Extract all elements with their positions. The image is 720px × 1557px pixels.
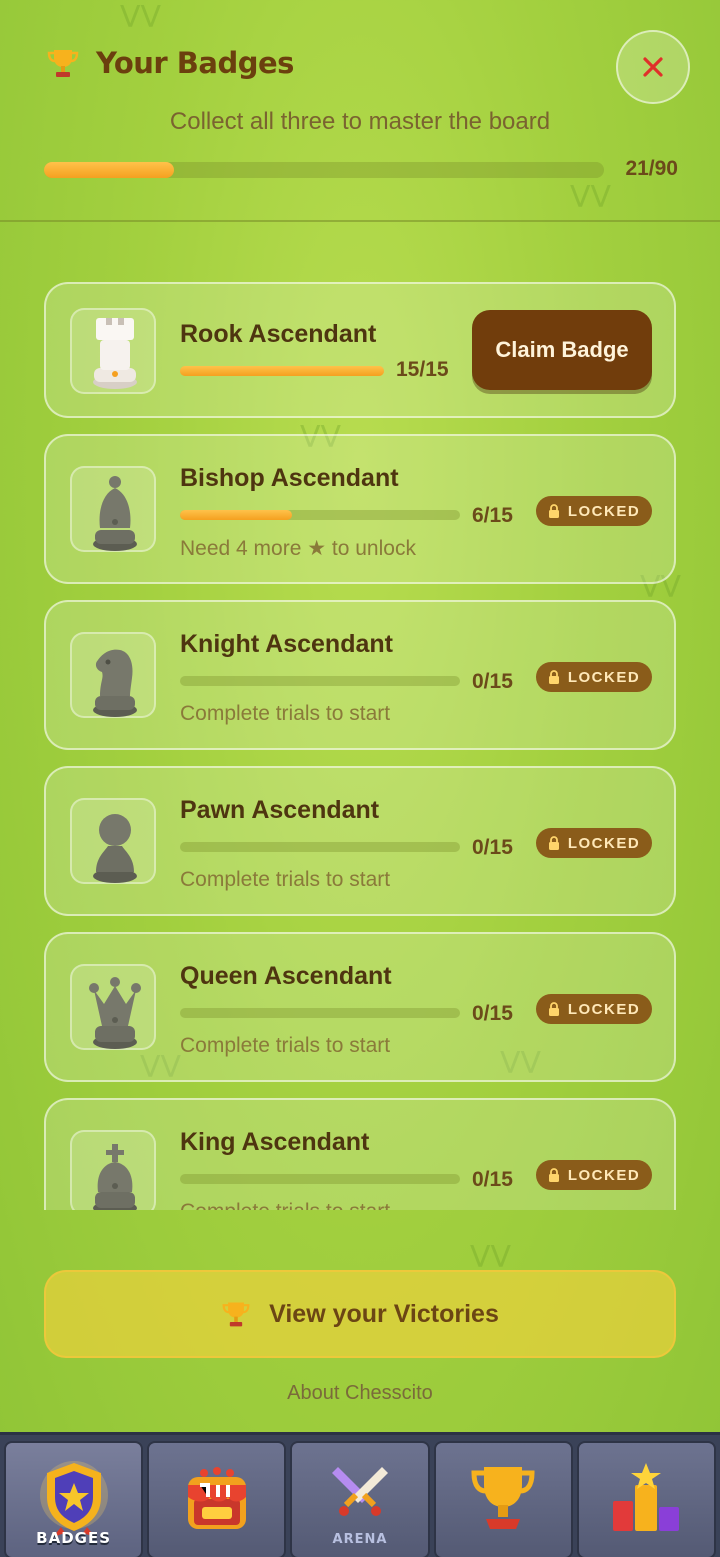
nav-label-badges: BADGES: [36, 1529, 112, 1547]
bishop-piece-icon: [93, 476, 137, 551]
nav-tab-arena[interactable]: ARENA: [290, 1441, 430, 1557]
view-victories-button[interactable]: View your Victories: [44, 1270, 676, 1358]
lock-icon: [548, 1002, 560, 1016]
title-row: Your Badges: [46, 46, 294, 80]
pawn-piece-icon: [93, 814, 137, 883]
knight-piece-icon: [93, 649, 137, 717]
badge-progress-bar: [180, 842, 460, 852]
nav-tab-trophies[interactable]: [433, 1441, 573, 1557]
badge-thumbnail: [70, 1130, 156, 1210]
locked-label: LOCKED: [567, 1000, 641, 1018]
bottom-nav: BADGES ARENA: [0, 1432, 720, 1557]
badge-hint: Complete trials to start: [180, 1200, 390, 1210]
badge-shield-icon: [39, 1461, 108, 1537]
badge-list[interactable]: Rook Ascendant 15/15 Claim Badge Bishop …: [0, 224, 720, 1210]
badge-card-king: King Ascendant 0/15 Complete trials to s…: [44, 1098, 676, 1210]
badge-progress-count: 0/15: [472, 1002, 513, 1025]
badge-card-queen: Queen Ascendant 0/15 Complete trials to …: [44, 932, 676, 1082]
close-button[interactable]: [616, 30, 690, 104]
lock-icon: [548, 670, 560, 684]
page-title: Your Badges: [96, 46, 294, 80]
badge-card-pawn: Pawn Ascendant 0/15 Complete trials to s…: [44, 766, 676, 916]
badge-name: Queen Ascendant: [180, 962, 392, 990]
locked-badge: LOCKED: [536, 994, 652, 1024]
lock-icon: [548, 504, 560, 518]
page-subtitle: Collect all three to master the board: [169, 108, 551, 135]
nav-tab-badges[interactable]: BADGES: [4, 1441, 144, 1557]
badge-hint: Need 4 more ★ to unlock: [180, 537, 416, 560]
badges-header: Your Badges Collect all three to master …: [0, 0, 720, 222]
badge-name: King Ascendant: [180, 1128, 370, 1156]
nav-tab-leaderboard[interactable]: [576, 1441, 717, 1557]
lock-icon: [548, 1168, 560, 1182]
badge-thumbnail: [70, 632, 156, 718]
locked-badge: LOCKED: [536, 662, 652, 692]
badge-progress-count: 0/15: [472, 836, 513, 859]
badge-card-knight: Knight Ascendant 0/15 Complete trials to…: [44, 600, 676, 750]
shop-icon: [187, 1467, 246, 1529]
badge-name: Pawn Ascendant: [180, 796, 380, 824]
badge-progress-count: 0/15: [472, 670, 513, 693]
badge-hint: Complete trials to start: [180, 868, 391, 891]
locked-label: LOCKED: [567, 668, 641, 686]
locked-label: LOCKED: [567, 502, 641, 520]
overall-progress-count: 21/90: [625, 157, 678, 180]
nav-tab-shop[interactable]: [147, 1441, 287, 1557]
badge-card-bishop: Bishop Ascendant 6/15 Need 4 more ★ to u…: [44, 434, 676, 584]
badge-name: Bishop Ascendant: [180, 464, 399, 492]
badge-hint: Complete trials to start: [180, 702, 391, 725]
trophy-icon: [471, 1467, 535, 1529]
overall-progress-fill: [44, 162, 175, 178]
claim-badge-button[interactable]: Claim Badge: [472, 310, 652, 390]
badge-progress-bar: [180, 510, 460, 520]
badge-progress-bar: [180, 676, 460, 686]
view-victories-label: View your Victories: [269, 1299, 499, 1328]
rook-piece-icon: [93, 318, 137, 389]
locked-badge: LOCKED: [536, 1160, 652, 1190]
badge-progress-bar: [180, 366, 384, 376]
locked-label: LOCKED: [567, 1166, 641, 1184]
badge-progress-count: 15/15: [396, 358, 449, 381]
badge-thumbnail: [70, 798, 156, 884]
badge-progress-bar: [180, 1008, 460, 1018]
badge-progress-bar: [180, 1174, 460, 1184]
trophy-icon: [47, 50, 79, 77]
queen-piece-icon: [89, 977, 141, 1049]
badge-progress-fill: [180, 366, 384, 376]
badge-thumbnail: [70, 308, 156, 394]
locked-label: LOCKED: [567, 834, 641, 852]
trophy-icon: [222, 1302, 250, 1327]
locked-badge: LOCKED: [536, 496, 652, 526]
locked-badge: LOCKED: [536, 828, 652, 858]
badge-card-rook: Rook Ascendant 15/15 Claim Badge: [44, 282, 676, 418]
badge-progress-fill: [180, 510, 292, 520]
badge-name: Knight Ascendant: [180, 630, 393, 658]
leaderboard-podium-icon: [613, 1463, 680, 1531]
badge-thumbnail: [70, 466, 156, 552]
badge-thumbnail: [70, 964, 156, 1050]
badge-name: Rook Ascendant: [180, 320, 377, 348]
lock-icon: [548, 836, 560, 850]
badge-hint: Complete trials to start: [180, 1034, 391, 1057]
king-piece-icon: [93, 1144, 137, 1210]
close-icon: [643, 57, 663, 77]
about-link[interactable]: About Chesscito: [0, 1382, 720, 1405]
nav-label-arena: ARENA: [332, 1532, 388, 1547]
overall-progress-bar: [44, 162, 604, 178]
badge-progress-count: 0/15: [472, 1168, 513, 1191]
badge-progress-count: 6/15: [472, 504, 513, 527]
crossed-swords-icon: [332, 1467, 388, 1516]
